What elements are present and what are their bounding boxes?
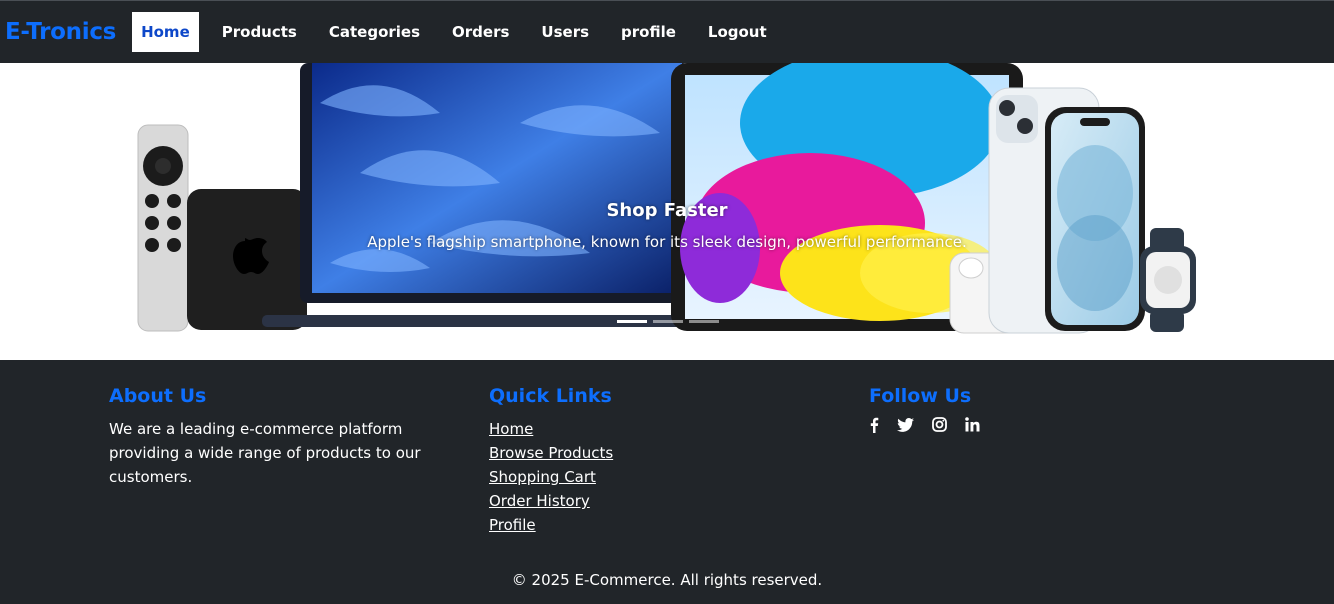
nav-home[interactable]: Home xyxy=(132,12,199,52)
footer-link-browse-products[interactable]: Browse Products xyxy=(489,441,613,465)
follow-heading: Follow Us xyxy=(869,385,972,407)
about-text: We are a leading e-commerce platform pro… xyxy=(109,420,421,486)
footer-quick-links: Quick Links Home Browse Products Shoppin… xyxy=(489,385,613,537)
brand-logo[interactable]: E-Tronics xyxy=(5,19,116,45)
hero-carousel[interactable]: Shop Faster Apple's flagship smartphone,… xyxy=(0,63,1334,360)
nav-products[interactable]: Products xyxy=(213,12,306,52)
footer-about: About Us We are a leading e-commerce pla… xyxy=(109,385,469,489)
carousel-indicator-1[interactable] xyxy=(617,320,647,323)
site-footer: About Us We are a leading e-commerce pla… xyxy=(0,360,1334,604)
carousel-description: Apple's flagship smartphone, known for i… xyxy=(367,233,967,251)
carousel-indicator-3[interactable] xyxy=(689,320,719,323)
instagram-icon[interactable] xyxy=(932,417,947,437)
carousel-title: Shop Faster xyxy=(606,200,728,221)
twitter-icon[interactable] xyxy=(897,417,914,437)
nav-orders[interactable]: Orders xyxy=(443,12,518,52)
quick-links-heading: Quick Links xyxy=(489,385,612,407)
footer-link-home[interactable]: Home xyxy=(489,417,613,441)
nav-users[interactable]: Users xyxy=(532,12,598,52)
social-icons xyxy=(869,417,980,437)
linkedin-icon[interactable] xyxy=(965,417,980,437)
nav-profile[interactable]: profile xyxy=(612,12,685,52)
footer-follow: Follow Us xyxy=(869,385,980,437)
copyright-text: © 2025 E-Commerce. All rights reserved. xyxy=(511,571,823,589)
nav-logout[interactable]: Logout xyxy=(699,12,776,52)
footer-link-shopping-cart[interactable]: Shopping Cart xyxy=(489,465,613,489)
footer-link-profile[interactable]: Profile xyxy=(489,513,613,537)
about-heading: About Us xyxy=(109,385,207,407)
carousel-indicators xyxy=(617,320,719,323)
facebook-icon[interactable] xyxy=(869,417,879,437)
top-navbar: E-Tronics Home Products Categories Order… xyxy=(0,0,1334,63)
carousel-indicator-2[interactable] xyxy=(653,320,683,323)
footer-link-order-history[interactable]: Order History xyxy=(489,489,613,513)
nav-categories[interactable]: Categories xyxy=(320,12,429,52)
